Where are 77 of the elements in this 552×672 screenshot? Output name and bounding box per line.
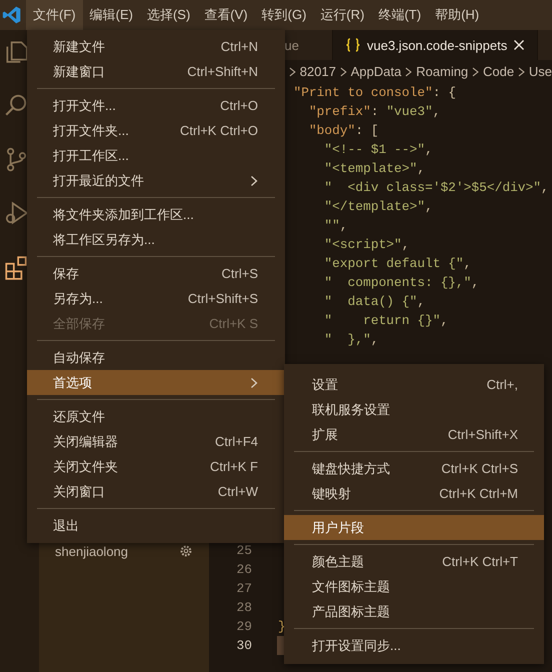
- chevron-right-icon: [517, 66, 526, 76]
- chevron-right-icon: [250, 174, 258, 186]
- breadcrumb-item[interactable]: 82017: [300, 64, 336, 79]
- menu-item[interactable]: 联机服务设置: [284, 397, 544, 422]
- menu-item[interactable]: 关闭窗口 Ctrl+W: [27, 479, 285, 504]
- menu-item[interactable]: 另存为... Ctrl+Shift+S: [27, 286, 285, 311]
- menu-item[interactable]: 还原文件: [27, 404, 285, 429]
- menu-item[interactable]: 退出: [27, 513, 285, 538]
- menu-item[interactable]: 设置 Ctrl+,: [284, 372, 544, 397]
- chevron-right-icon: [471, 66, 480, 76]
- menu-item[interactable]: 新建文件 Ctrl+N: [27, 34, 285, 59]
- menu-item[interactable]: 打开文件... Ctrl+O: [27, 93, 285, 118]
- menu-item[interactable]: 键映射 Ctrl+K Ctrl+M: [284, 481, 544, 506]
- code-line: "prefix": "vue3",: [308, 103, 440, 121]
- menu-bar-item[interactable]: 帮助(H): [428, 0, 486, 30]
- search-icon[interactable]: [3, 92, 29, 118]
- line-number: 29: [236, 618, 252, 636]
- code-line: " <div class='$2'>$5</div>",: [323, 179, 549, 197]
- extensions-icon[interactable]: [3, 254, 29, 280]
- gear-icon[interactable]: [179, 544, 193, 558]
- menu-item[interactable]: 关闭文件夹 Ctrl+K F: [27, 454, 285, 479]
- menu-item[interactable]: 产品图标主题: [284, 599, 544, 624]
- menu-bar-item[interactable]: 运行(R): [313, 0, 372, 30]
- sidebar-item[interactable]: shenjiaolong: [55, 544, 128, 558]
- menu-item[interactable]: 打开工作区...: [27, 143, 285, 168]
- code-line: "</template>",: [323, 198, 433, 216]
- menu-item[interactable]: 自动保存: [27, 345, 285, 370]
- breadcrumb-item[interactable]: Roaming: [416, 64, 468, 79]
- code-line: " },",: [323, 331, 379, 349]
- braces-icon: [345, 38, 361, 52]
- app-logo-icon: [2, 5, 22, 25]
- menu-item[interactable]: 扩展 Ctrl+Shift+X: [284, 422, 544, 447]
- code-line: "<!-- $1 -->",: [323, 141, 433, 159]
- chevron-right-icon: [404, 66, 414, 76]
- line-number: 27: [236, 580, 252, 598]
- chevron-right-icon: [288, 66, 297, 76]
- line-number: 26: [236, 561, 252, 579]
- menu-item[interactable]: 打开最近的文件: [27, 168, 285, 193]
- menu-bar-item[interactable]: 终端(T): [371, 0, 428, 30]
- code-line: " return {}",: [323, 312, 448, 330]
- code-line: "",: [323, 217, 348, 235]
- menu-item[interactable]: 打开设置同步...: [284, 633, 544, 658]
- close-icon[interactable]: [513, 39, 526, 51]
- menu-item[interactable]: 文件图标主题: [284, 574, 544, 599]
- code-line: }: [278, 618, 286, 636]
- menu-item[interactable]: 将工作区另存为...: [27, 227, 285, 252]
- code-line: " data() {",: [323, 293, 425, 311]
- code-line: "export default {",: [323, 255, 472, 273]
- line-number: 30: [236, 637, 252, 655]
- menu-item[interactable]: 用户片段: [284, 515, 544, 540]
- menu-item[interactable]: 首选项: [27, 370, 285, 395]
- breadcrumb-item[interactable]: Use: [528, 64, 552, 79]
- editor-tab[interactable]: vue3.json.code-snippets: [333, 30, 538, 60]
- breadcrumb-item[interactable]: AppData: [350, 64, 402, 79]
- line-number: 25: [236, 542, 252, 560]
- menu-bar-item[interactable]: 文件(F): [26, 0, 83, 30]
- menu-item[interactable]: 保存 Ctrl+S: [27, 261, 285, 286]
- menu-item[interactable]: 新建窗口 Ctrl+Shift+N: [27, 59, 285, 84]
- menu-bar-item[interactable]: 转到(G): [254, 0, 314, 30]
- debug-icon[interactable]: [3, 200, 29, 226]
- chevron-right-icon: [338, 66, 348, 76]
- menu-bar-item[interactable]: 编辑(E): [82, 0, 140, 30]
- code-line: "<script>",: [323, 236, 410, 254]
- chevron-right-icon: [250, 376, 258, 388]
- code-line: " components: {},",: [323, 274, 480, 292]
- code-line: "Print to console": {: [292, 84, 456, 102]
- menu-item[interactable]: 关闭编辑器 Ctrl+F4: [27, 429, 285, 454]
- code-line: "<template>",: [323, 160, 425, 178]
- menu-bar-item[interactable]: 查看(V): [197, 0, 255, 30]
- menu-bar-item[interactable]: 选择(S): [140, 0, 198, 30]
- menu-item[interactable]: 打开文件夹... Ctrl+K Ctrl+O: [27, 118, 285, 143]
- menu-item[interactable]: 颜色主题 Ctrl+K Ctrl+T: [284, 549, 544, 574]
- breadcrumb-item[interactable]: Code: [482, 64, 514, 79]
- line-number: 28: [236, 599, 252, 617]
- menu-item[interactable]: 将文件夹添加到工作区...: [27, 202, 285, 227]
- menu-item[interactable]: 键盘快捷方式 Ctrl+K Ctrl+S: [284, 456, 544, 481]
- code-line: "body": [: [308, 122, 379, 140]
